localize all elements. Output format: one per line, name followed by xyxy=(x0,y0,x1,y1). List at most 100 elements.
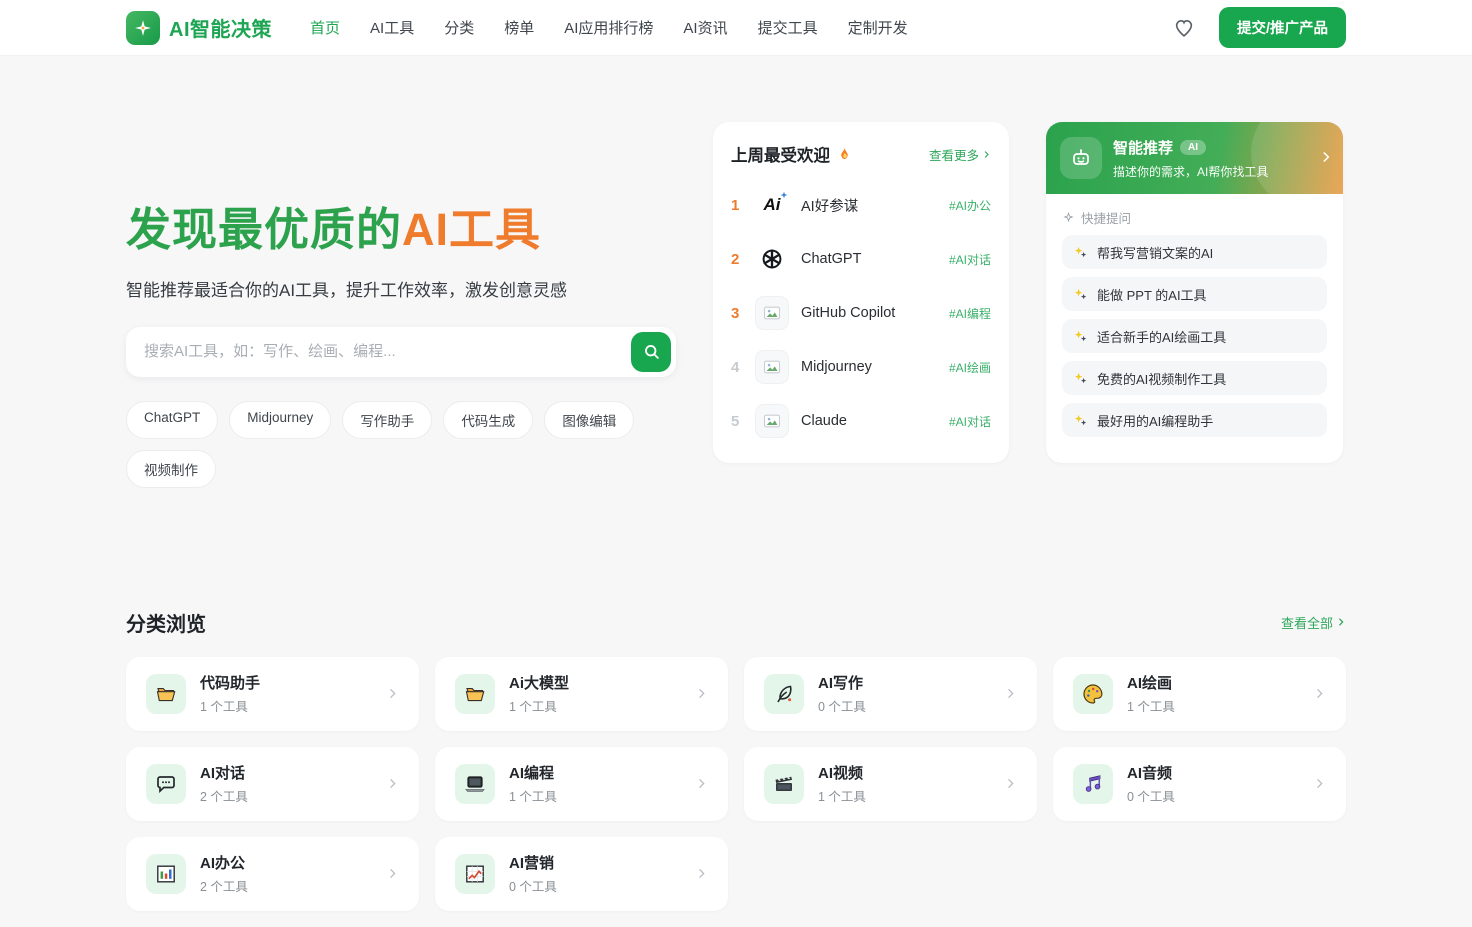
chevron-right-icon xyxy=(386,867,399,880)
hot-tag-codegen[interactable]: 代码生成 xyxy=(443,400,534,439)
category-card-ai-coding[interactable]: AI编程 1 个工具 xyxy=(435,746,728,821)
sparkles-icon xyxy=(1074,330,1087,341)
openai-logo-icon xyxy=(755,242,789,276)
category-card-code-assistant[interactable]: 代码助手 1 个工具 xyxy=(126,656,419,731)
chevron-right-icon xyxy=(1339,618,1344,626)
categories-view-all-link[interactable]: 查看全部 xyxy=(1281,613,1346,632)
tool-tag: #AI编程 xyxy=(948,306,991,321)
feather-pen-icon xyxy=(764,673,804,714)
category-card-ai-marketing[interactable]: AI营销 0 个工具 xyxy=(435,836,728,911)
recommend-subtitle: 描述你的需求，AI帮你找工具 xyxy=(1113,164,1269,179)
chevron-right-icon xyxy=(695,867,708,880)
category-card-ai-chat[interactable]: AI对话 2 个工具 xyxy=(126,746,419,821)
hot-tag-video[interactable]: 视频制作 xyxy=(126,449,216,488)
sparkles-icon xyxy=(1074,372,1087,383)
nav-item-app-leaderboard[interactable]: AI应用排行榜 xyxy=(564,17,653,38)
sparkles-icon xyxy=(1074,246,1087,257)
title-green-part: 发现最优质的 xyxy=(126,204,403,255)
broken-image-icon xyxy=(755,404,789,438)
line-chart-icon xyxy=(455,853,495,894)
laptop-icon xyxy=(455,763,495,804)
tool-name: GitHub Copilot xyxy=(801,305,896,321)
tool-tag: #AI绘画 xyxy=(948,360,991,375)
quick-question-ppt-tool[interactable]: 能做 PPT 的AI工具 xyxy=(1062,277,1327,311)
popular-item-chatgpt[interactable]: 2 ChatGPT #AI对话 xyxy=(731,232,991,286)
category-card-ai-video[interactable]: AI视频 1 个工具 xyxy=(744,746,1037,821)
rank-number: 4 xyxy=(731,358,740,376)
chevron-right-icon xyxy=(1004,777,1017,790)
main-nav: 首页 AI工具 分类 榜单 AI应用排行榜 AI资讯 提交工具 定制开发 xyxy=(310,17,908,38)
search-icon xyxy=(644,345,659,359)
smart-recommend-card: 智能推荐 AI 描述你的需求，AI帮你找工具 快捷提问 帮我写营销文案的AI 能… xyxy=(1046,122,1343,463)
sparkle-outline-icon xyxy=(1063,211,1074,223)
popular-item-ai-haocanmou[interactable]: 1 Ai AI好参谋 #AI办公 xyxy=(731,178,991,232)
sparkles-icon xyxy=(1074,288,1087,299)
quick-question-marketing-copy[interactable]: 帮我写营销文案的AI xyxy=(1062,235,1327,269)
popular-last-week-card: 上周最受欢迎 查看更多 1 Ai AI好参谋 #AI办公 2 ChatGPT #… xyxy=(713,122,1009,463)
nav-item-ai-news[interactable]: AI资讯 xyxy=(683,17,727,38)
tool-name: Claude xyxy=(801,413,847,429)
ai-badge: AI xyxy=(1180,139,1207,155)
rank-number: 1 xyxy=(731,196,740,214)
search-input[interactable] xyxy=(126,326,676,377)
chevron-right-icon xyxy=(1313,687,1326,700)
logo-sparkle-icon xyxy=(126,10,160,45)
category-card-ai-audio[interactable]: AI音频 0 个工具 xyxy=(1053,746,1346,821)
chevron-right-icon xyxy=(1004,687,1017,700)
popular-item-github-copilot[interactable]: 3 GitHub Copilot #AI编程 xyxy=(731,286,991,340)
hero-section: 发现最优质的AI工具 智能推荐最适合你的AI工具，提升工作效率，激发创意灵感 C… xyxy=(126,56,1346,488)
clapperboard-icon xyxy=(764,763,804,804)
category-grid: 代码助手 1 个工具 Ai大模型 1 个工具 AI写作 0 个工具 AI绘画 1 个工具 xyxy=(126,656,1346,927)
category-card-ai-office[interactable]: AI办公 2 个工具 xyxy=(126,836,419,911)
quick-question-free-video[interactable]: 免费的AI视频制作工具 xyxy=(1062,361,1327,395)
category-card-ai-llm[interactable]: Ai大模型 1 个工具 xyxy=(435,656,728,731)
broken-image-icon xyxy=(755,350,789,384)
hot-tag-chatgpt[interactable]: ChatGPT xyxy=(126,400,219,439)
submit-promote-button[interactable]: 提交/推广产品 xyxy=(1218,7,1346,48)
quick-question-beginner-painting[interactable]: 适合新手的AI绘画工具 xyxy=(1062,319,1327,353)
chevron-right-icon xyxy=(1319,150,1333,169)
chevron-right-icon xyxy=(695,777,708,790)
nav-item-custom-dev[interactable]: 定制开发 xyxy=(848,17,908,38)
popular-item-midjourney[interactable]: 4 Midjourney #AI绘画 xyxy=(731,340,991,394)
ai-haocanmou-logo-icon: Ai xyxy=(755,188,789,222)
tool-name: AI好参谋 xyxy=(801,198,859,215)
nav-item-ai-tools[interactable]: AI工具 xyxy=(370,17,414,38)
chevron-right-icon xyxy=(695,687,708,700)
popular-view-more-link[interactable]: 查看更多 xyxy=(929,145,991,164)
fire-icon xyxy=(841,146,848,159)
rank-number: 2 xyxy=(731,250,740,268)
hot-tag-writing[interactable]: 写作助手 xyxy=(342,400,433,439)
nav-item-categories[interactable]: 分类 xyxy=(444,17,474,38)
smart-recommend-header[interactable]: 智能推荐 AI 描述你的需求，AI帮你找工具 xyxy=(1046,122,1343,208)
tool-name: Midjourney xyxy=(801,359,872,375)
search-button[interactable] xyxy=(631,331,671,372)
rank-number: 3 xyxy=(731,304,740,322)
hero-subtitle: 智能推荐最适合你的AI工具，提升工作效率，激发创意灵感 xyxy=(126,280,568,300)
hot-tag-midjourney[interactable]: Midjourney xyxy=(229,400,332,439)
category-card-ai-painting[interactable]: AI绘画 1 个工具 xyxy=(1053,656,1346,731)
folder-icon xyxy=(146,673,186,714)
popular-list: 1 Ai AI好参谋 #AI办公 2 ChatGPT #AI对话 3 GitHu… xyxy=(731,178,991,448)
quick-question-list: 帮我写营销文案的AI 能做 PPT 的AI工具 适合新手的AI绘画工具 免费的A… xyxy=(1046,235,1343,437)
quick-question-best-coding[interactable]: 最好用的AI编程助手 xyxy=(1062,403,1327,437)
category-card-ai-writing[interactable]: AI写作 0 个工具 xyxy=(744,656,1037,731)
site-logo[interactable]: AI智能决策 xyxy=(126,10,272,45)
chevron-right-icon xyxy=(1313,777,1326,790)
robot-icon xyxy=(1060,137,1102,179)
nav-item-home[interactable]: 首页 xyxy=(310,17,340,38)
hot-tag-image-edit[interactable]: 图像编辑 xyxy=(544,400,635,439)
chevron-right-icon xyxy=(386,777,399,790)
popular-item-claude[interactable]: 5 Claude #AI对话 xyxy=(731,394,991,448)
favorites-heart-icon[interactable] xyxy=(1173,17,1195,39)
top-nav-bar: AI智能决策 首页 AI工具 分类 榜单 AI应用排行榜 AI资讯 提交工具 定… xyxy=(0,0,1472,56)
nav-item-rankings[interactable]: 榜单 xyxy=(504,17,534,38)
recommend-title: 智能推荐 xyxy=(1113,139,1174,157)
tool-tag: #AI对话 xyxy=(948,414,991,429)
title-orange-part: AI工具 xyxy=(402,204,542,255)
page-title: 发现最优质的AI工具 xyxy=(126,204,676,256)
broken-image-icon xyxy=(755,296,789,330)
chevron-right-icon xyxy=(386,687,399,700)
nav-item-submit-tool[interactable]: 提交工具 xyxy=(758,17,818,38)
tool-tag: #AI办公 xyxy=(948,198,991,213)
